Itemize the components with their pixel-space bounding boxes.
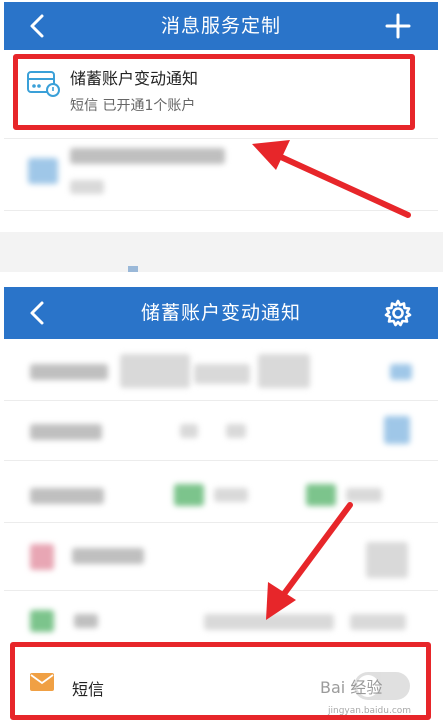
- page-title: 消息服务定制: [160, 15, 281, 37]
- blurred-text: [258, 354, 310, 388]
- top-navbar: 消息服务定制: [4, 2, 438, 50]
- page-title: 储蓄账户变动通知: [140, 302, 301, 324]
- plus-icon[interactable]: [384, 12, 412, 40]
- divider: [4, 210, 438, 211]
- blurred-text: [350, 614, 406, 630]
- blurred-icon: [390, 364, 412, 380]
- divider: [4, 400, 438, 401]
- annotation-arrow-top: [252, 140, 411, 218]
- blurred-text: [74, 614, 98, 628]
- gear-icon[interactable]: [384, 299, 412, 327]
- blurred-text: [194, 364, 250, 384]
- divider: [4, 522, 438, 523]
- blurred-text: [204, 614, 334, 630]
- blurred-icon: [306, 484, 336, 506]
- blurred-text: [70, 180, 104, 194]
- blurred-text: [180, 424, 198, 438]
- watermark-url: jingyan.baidu.com: [328, 706, 412, 716]
- blurred-text: [30, 364, 108, 380]
- blurred-text: [70, 148, 225, 164]
- blurred-text: [226, 424, 246, 438]
- highlight-box-top: [13, 54, 415, 130]
- blurred-text: [30, 488, 104, 504]
- blurred-icon: [30, 544, 54, 570]
- blurred-text: [30, 424, 102, 440]
- divider: [4, 590, 438, 591]
- blurred-icon: [28, 158, 58, 184]
- blurred-text: [120, 354, 190, 388]
- blurred-icon: [174, 484, 204, 506]
- divider: [4, 460, 438, 461]
- decorative-mark: [128, 266, 138, 272]
- blurred-text: [366, 542, 408, 578]
- blurred-text: [214, 488, 248, 502]
- blurred-text: [72, 548, 144, 564]
- bottom-navbar: 储蓄账户变动通知: [4, 287, 438, 339]
- blurred-icon: [384, 416, 410, 444]
- watermark-logo: Bai 经验: [320, 678, 383, 697]
- screen-gap: [0, 232, 443, 272]
- blurred-icon: [30, 610, 54, 632]
- divider: [4, 138, 438, 139]
- blurred-text: [346, 488, 382, 502]
